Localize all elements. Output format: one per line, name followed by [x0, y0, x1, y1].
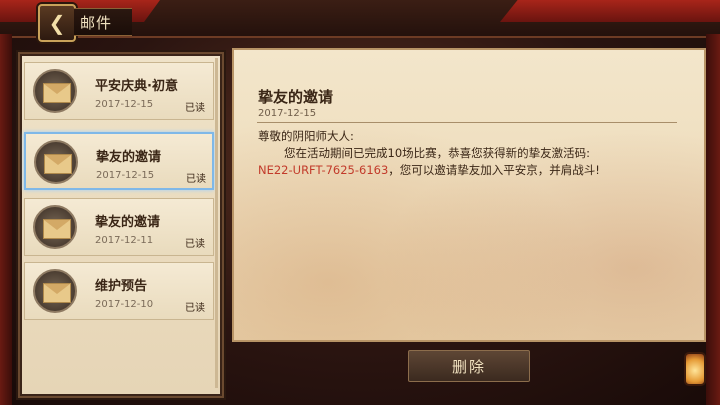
mail-item[interactable]: 挚友的邀请 2017-12-11 已读: [24, 198, 214, 256]
mail-status: 已读: [185, 103, 205, 114]
lantern-icon: [684, 352, 706, 386]
mail-item[interactable]: 平安庆典·初意 2017-12-15 已读: [24, 62, 214, 120]
back-button[interactable]: ❮: [38, 4, 76, 42]
scrollbar[interactable]: [215, 58, 218, 388]
left-pillar: [0, 34, 12, 405]
letter-line-2: ，您可以邀请挚友加入平安京，并肩战斗!: [388, 163, 600, 177]
right-pillar: [706, 34, 720, 405]
delete-button[interactable]: 删除: [408, 350, 530, 382]
mail-list[interactable]: 平安庆典·初意 2017-12-15 已读 挚友的邀请 2017-12-15 已…: [22, 56, 220, 394]
letter-date: 2017-12-15: [258, 108, 317, 119]
mail-status: 已读: [185, 303, 205, 314]
divider: [257, 122, 677, 123]
envelope-icon: [33, 269, 77, 313]
page-title: 邮件: [74, 8, 132, 36]
mail-title: 平安庆典·初意: [95, 79, 178, 94]
mail-status: 已读: [186, 174, 206, 185]
letter-greeting: 尊敬的阴阳师大人:: [258, 129, 354, 143]
letter-line-1: 您在活动期间已完成10场比赛，恭喜您获得新的挚友激活码:: [284, 146, 591, 160]
mail-title: 维护预告: [95, 279, 148, 294]
mail-date: 2017-12-11: [95, 235, 154, 246]
envelope-icon: [33, 69, 77, 113]
mail-date: 2017-12-15: [95, 99, 154, 110]
envelope-icon: [33, 205, 77, 249]
mail-date: 2017-12-15: [96, 170, 155, 181]
back-arrow-icon: ❮: [48, 11, 66, 35]
mail-status: 已读: [185, 239, 205, 250]
envelope-icon: [34, 140, 78, 184]
mail-item[interactable]: 维护预告 2017-12-10 已读: [24, 262, 214, 320]
letter-title: 挚友的邀请: [258, 88, 334, 106]
activation-code: NE22-URFT-7625-6163: [258, 163, 389, 177]
mail-title: 挚友的邀请: [96, 150, 162, 165]
mail-title: 挚友的邀请: [95, 215, 161, 230]
letter-body: 尊敬的阴阳师大人: 您在活动期间已完成10场比赛，恭喜您获得新的挚友激活码: N…: [258, 128, 668, 179]
mail-date: 2017-12-10: [95, 299, 154, 310]
mail-list-panel: 平安庆典·初意 2017-12-15 已读 挚友的邀请 2017-12-15 已…: [16, 50, 226, 400]
mail-item-selected[interactable]: 挚友的邀请 2017-12-15 已读: [24, 132, 214, 190]
